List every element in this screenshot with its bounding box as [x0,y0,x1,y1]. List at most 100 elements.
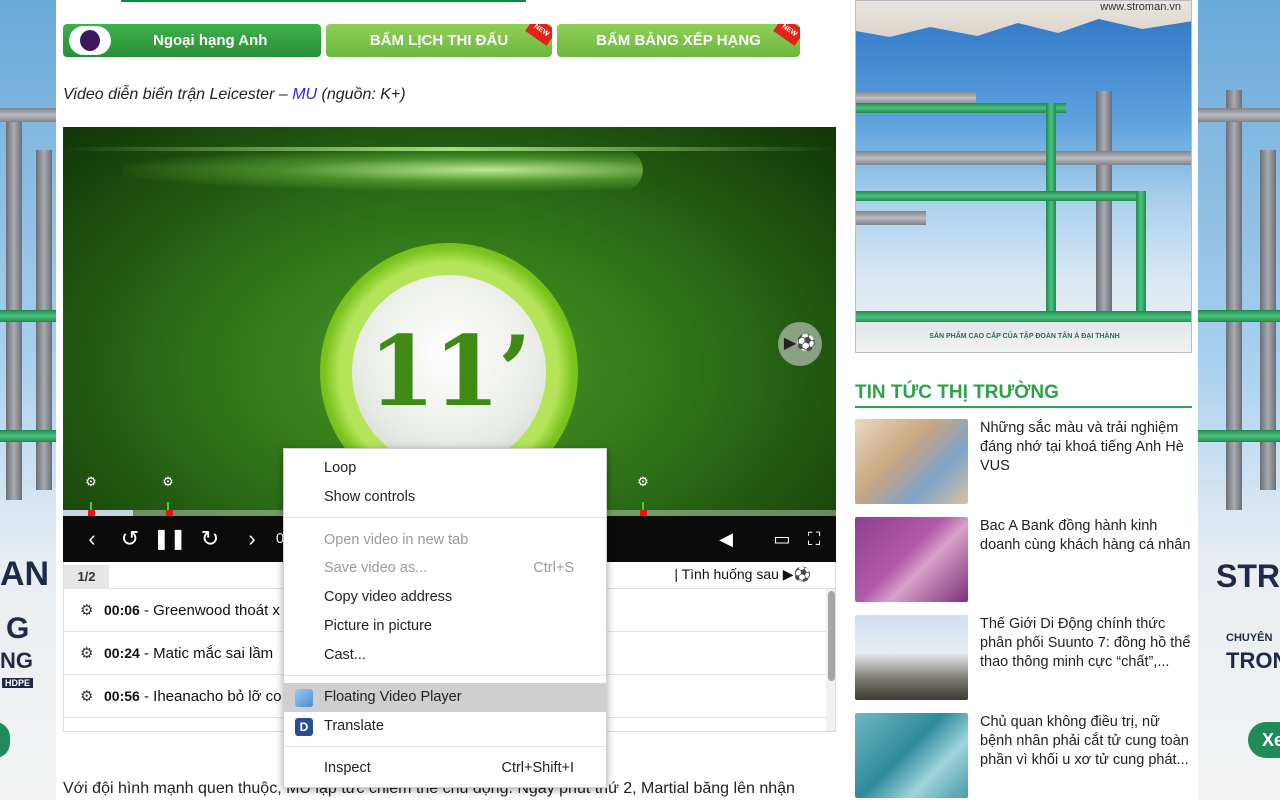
pipe-graphic [856,191,1146,201]
news-headline[interactable]: Những sắc màu và trải nghiệm đáng nhớ tạ… [980,419,1192,476]
news-headline[interactable]: Chủ quan không điều trị, nữ bệnh nhân ph… [980,713,1192,770]
news-item[interactable]: Những sắc màu và trải nghiệm đáng nhớ tạ… [855,419,1192,507]
event-text: Matic mắc sai lầm [153,645,274,662]
premier-league-logo-icon [69,26,111,55]
pipe-graphic [1136,191,1146,321]
translate-icon: D [295,718,313,736]
menu-separator [284,517,606,518]
market-news-heading[interactable]: TIN TỨC THỊ TRƯỜNG [855,382,1059,404]
right-column-ad[interactable]: www.stroman.vn SẢN PHẨM CAO CẤP CỦA TẬP … [855,0,1192,353]
ad-text: CHUYÊN [1226,632,1273,644]
premier-league-button[interactable]: Ngoại hạng Anh [63,24,321,57]
menu-item-show-controls[interactable]: Show controls [284,483,606,512]
menu-item-copy-video-address[interactable]: Copy video address [284,583,606,612]
menu-item-label: Translate [324,718,384,734]
menu-item-label: Inspect [324,760,371,776]
news-item[interactable]: Chủ quan không điều trị, nữ bệnh nhân ph… [855,713,1192,800]
schedule-button[interactable]: BẤM LỊCH THI ĐẤU NEW [326,24,552,57]
rewind-icon[interactable]: ↺ [117,516,143,562]
right-side-banner-ad[interactable]: STR CHUYÊN TRON Xe [1198,0,1280,800]
event-marker-icon[interactable]: ⚙ [161,474,175,514]
light-streak-graphic [63,147,836,151]
menu-item-loop[interactable]: Loop [284,454,606,483]
new-badge: NEW [773,24,800,46]
menu-shortcut: Ctrl+Shift+I [501,760,574,776]
events-page-indicator: 1/2 [64,565,109,589]
menu-item-save-video[interactable]: Save video as... Ctrl+S [284,554,606,583]
next-event-icon: ▶⚽ [782,566,811,582]
event-time: 00:24 [104,645,140,661]
pause-icon[interactable]: ❚❚ [153,516,187,562]
menu-shortcut: Ctrl+S [533,560,574,576]
next-event-label: Tình huống sau [681,566,779,582]
market-news-divider [855,406,1192,408]
pipe-graphic [1096,91,1112,311]
menu-item-picture-in-picture[interactable]: Picture in picture [284,612,606,641]
pipe-graphic [0,108,56,122]
news-thumbnail[interactable] [855,713,968,798]
event-marker-icon[interactable]: ⚙ [84,474,98,514]
event-text: Greenwood thoát x [153,602,280,619]
pipe-graphic [1198,108,1280,122]
goal-highlight-button[interactable]: ▶⚽ [778,322,822,366]
news-headline[interactable]: Thế Giới Di Động chính thức phân phối Su… [980,615,1192,672]
news-thumbnail[interactable] [855,419,968,504]
menu-item-label: Cast... [324,647,366,663]
menu-item-floating-video-player[interactable]: Floating Video Player [284,683,606,712]
news-headline[interactable]: Bac A Bank đồng hành kinh doanh cùng khá… [980,517,1192,555]
ad-text: TRON [1226,648,1280,673]
whistle-icon: ⚙ [80,645,94,662]
event-time: 00:56 [104,688,140,704]
video-caption: Video diễn biến trận Leicester – MU (ngu… [63,86,406,104]
menu-item-translate[interactable]: D Translate [284,712,606,741]
news-thumbnail[interactable] [855,517,968,602]
floating-player-icon [295,689,313,707]
ad-text: HDPE [2,678,34,688]
caption-suffix: (nguồn: K+) [317,86,406,103]
standings-label: BẤM BẢNG XẾP HẠNG [596,32,761,49]
caption-prefix: Video diễn biến trận Leicester – [63,86,293,103]
news-thumbnail[interactable] [855,615,968,700]
event-marker-icon[interactable]: ⚙ [636,474,650,514]
ad-cta-button[interactable] [0,722,10,758]
menu-separator [284,675,606,676]
theater-mode-icon[interactable]: ▭ [769,516,795,562]
whistle-icon: ⚙ [80,688,94,705]
event-text: Iheanacho bỏ lỡ co [153,688,282,705]
match-minute-display: 11’ [368,315,531,428]
pipe-graphic [1198,430,1280,442]
pipe-graphic [1226,90,1242,510]
next-event-button[interactable]: | Tình huống sau ▶⚽ [674,566,811,583]
previous-icon[interactable]: ‹ [79,516,105,562]
menu-item-cast[interactable]: Cast... [284,641,606,670]
premier-league-label: Ngoại hạng Anh [153,32,268,49]
pipe-graphic [856,103,1066,113]
forward-icon[interactable]: ↻ [197,516,223,562]
standings-button[interactable]: BẤM BẢNG XẾP HẠNG NEW [557,24,800,57]
menu-item-label: Copy video address [324,589,453,605]
news-item[interactable]: Bac A Bank đồng hành kinh doanh cùng khá… [855,517,1192,605]
ad-cta-button[interactable]: Xe [1248,722,1280,758]
news-item[interactable]: Thế Giới Di Động chính thức phân phối Su… [855,615,1192,703]
link-underline [121,0,526,2]
whistle-icon: ⚙ [80,602,94,619]
new-badge: NEW [525,24,552,46]
light-streak-graphic [123,149,643,191]
brick-wall-graphic [856,1,1191,37]
menu-item-inspect[interactable]: Inspect Ctrl+Shift+I [284,754,606,783]
menu-item-label: Open video in new tab [324,532,469,548]
events-scrollbar-thumb[interactable] [828,591,835,681]
menu-item-label: Floating Video Player [324,689,462,705]
menu-item-label: Save video as... [324,560,428,576]
event-time: 00:06 [104,602,140,618]
next-icon[interactable]: › [239,516,265,562]
pipe-graphic [1198,310,1280,322]
pipe-graphic [0,310,56,322]
ad-site-url: www.stroman.vn [1100,1,1181,13]
menu-item-open-video-new-tab[interactable]: Open video in new tab [284,526,606,555]
fullscreen-icon[interactable]: ⛶ [801,516,827,562]
mu-link[interactable]: MU [292,86,317,103]
left-side-banner-ad[interactable]: AN G NG HDPE [0,0,56,800]
pipe-graphic [856,151,1191,165]
volume-icon[interactable]: ◀ [713,516,739,562]
